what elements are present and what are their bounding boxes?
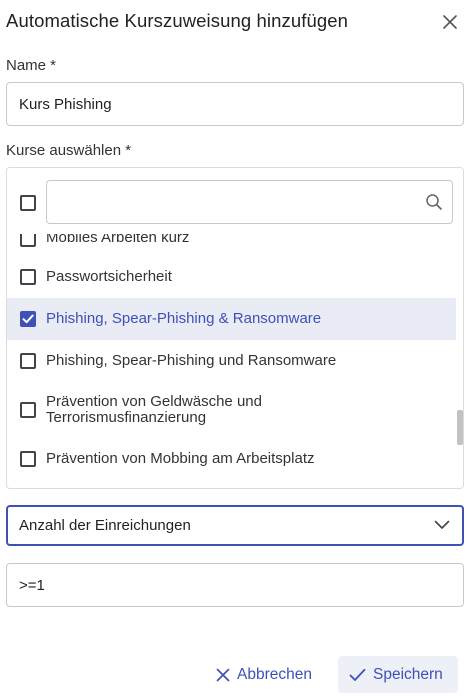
course-label: Phishing, Spear-Phishing & Ransomware: [46, 310, 322, 327]
course-checkbox[interactable]: [20, 269, 36, 285]
course-item-mobbing[interactable]: Prävention von Mobbing am Arbeitsplatz: [7, 438, 456, 480]
criteria-select[interactable]: Anzahl der Einreichungen: [6, 505, 464, 546]
course-search-input[interactable]: [46, 180, 453, 224]
search-icon: [426, 194, 442, 210]
course-list-header: [7, 168, 463, 234]
course-item-phishing-ransomware-selected[interactable]: Phishing, Spear-Phishing & Ransomware: [7, 298, 456, 340]
course-item-passwortsicherheit[interactable]: Passwortsicherheit: [7, 256, 456, 298]
course-label: Prävention von Mobbing am Arbeitsplatz: [46, 450, 315, 467]
course-checkbox[interactable]: [20, 353, 36, 369]
check-icon: [22, 314, 34, 324]
select-all-checkbox[interactable]: [20, 195, 36, 211]
criteria-value-input[interactable]: [6, 563, 464, 607]
course-label: Prävention von Geldwäsche und: [46, 393, 262, 410]
criteria-select-value: Anzahl der Einreichungen: [19, 517, 191, 534]
check-icon: [349, 668, 366, 681]
course-checkbox[interactable]: [20, 451, 36, 467]
cancel-label: Abbrechen: [237, 665, 312, 683]
course-checkbox-checked[interactable]: [20, 311, 36, 327]
list-scrollbar[interactable]: [457, 410, 463, 445]
chevron-down-icon: [434, 520, 450, 529]
cancel-button[interactable]: Abbrechen: [216, 656, 322, 693]
courses-label: Kurse auswählen *: [6, 142, 132, 159]
save-button[interactable]: Speichern: [338, 656, 458, 693]
course-item-phishing-und-ransomware[interactable]: Phishing, Spear-Phishing und Ransomware: [7, 340, 456, 382]
close-button[interactable]: [440, 12, 460, 32]
course-item-geldwaesche[interactable]: Prävention von Geldwäsche und Terrorismu…: [7, 382, 456, 438]
course-list: Mobiles Arbeiten kurz Passwortsicherheit…: [6, 167, 464, 489]
save-label: Speichern: [373, 665, 443, 683]
close-icon: [216, 668, 230, 681]
course-label-line2: Terrorismusfinanzierung: [46, 409, 207, 426]
course-label: Passwortsicherheit: [46, 268, 172, 285]
name-label: Name *: [6, 57, 57, 74]
course-checkbox[interactable]: [20, 402, 36, 418]
dialog-title: Automatische Kurszuweisung hinzufügen: [6, 10, 349, 31]
close-icon: [443, 15, 457, 29]
name-input[interactable]: [6, 82, 464, 126]
course-label: Phishing, Spear-Phishing und Ransomware: [46, 352, 337, 369]
